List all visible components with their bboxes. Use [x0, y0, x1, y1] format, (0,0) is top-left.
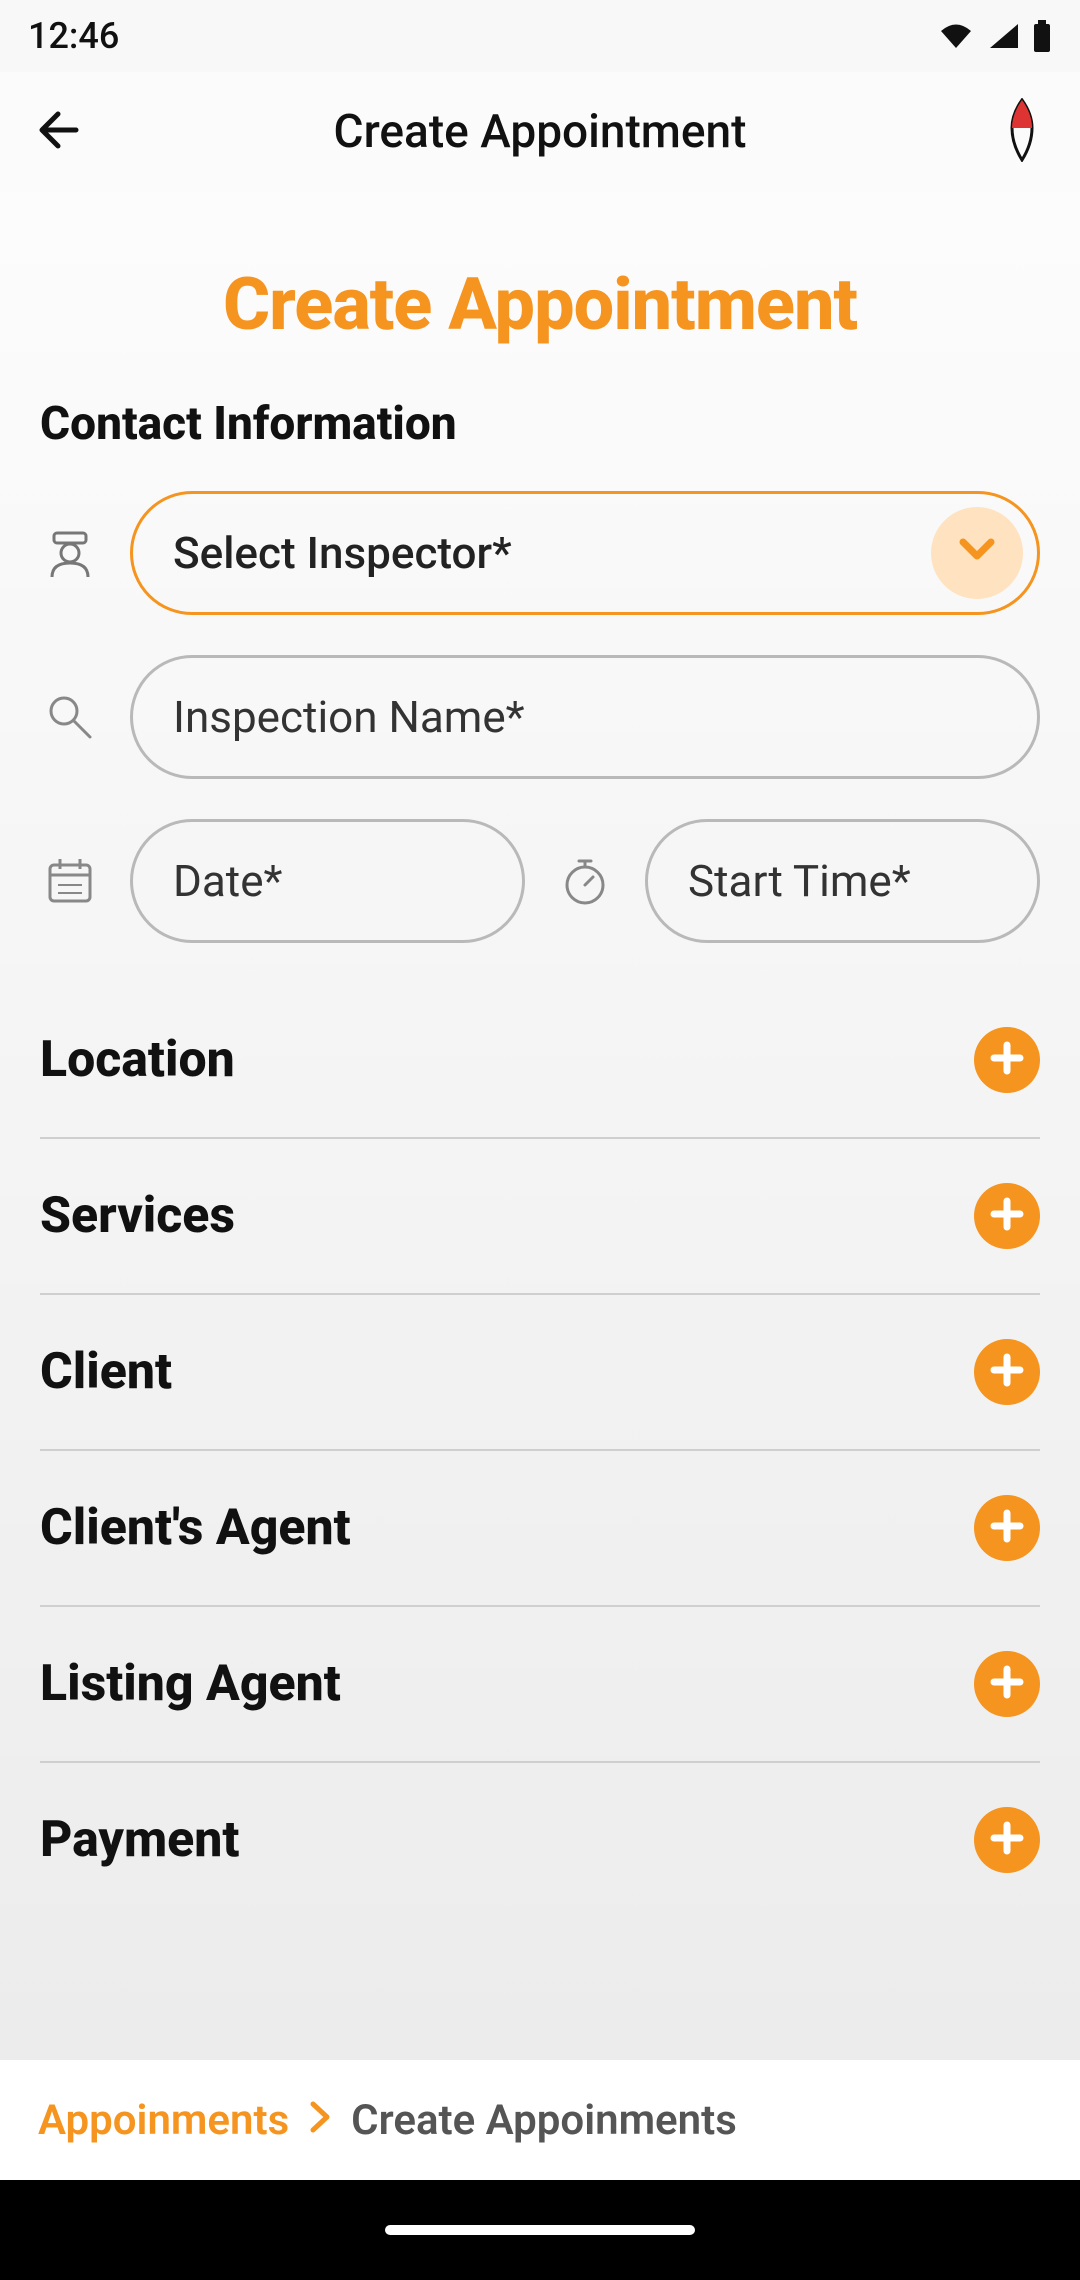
- search-icon: [40, 691, 100, 743]
- stopwatch-icon: [555, 855, 615, 907]
- status-time: 12:46: [28, 15, 119, 57]
- appbar: Create Appointment: [0, 72, 1080, 192]
- inspector-select[interactable]: Select Inspector*: [130, 491, 1040, 615]
- section-listing-agent-title: Listing Agent: [40, 1655, 341, 1713]
- section-location-title: Location: [40, 1031, 235, 1089]
- add-location-button[interactable]: [974, 1027, 1040, 1093]
- datetime-row: Date* Start Time*: [40, 819, 1040, 943]
- add-client-button[interactable]: [974, 1339, 1040, 1405]
- arrow-left-icon: [34, 106, 82, 158]
- calendar-icon: [40, 855, 100, 907]
- plus-icon: [988, 1195, 1026, 1237]
- breadcrumb: Appoinments Create Appoinments: [0, 2060, 1080, 2180]
- section-client-title: Client: [40, 1343, 172, 1401]
- section-location[interactable]: Location: [40, 983, 1040, 1139]
- add-payment-button[interactable]: [974, 1807, 1040, 1873]
- status-icons: [938, 20, 1052, 52]
- add-clients-agent-button[interactable]: [974, 1495, 1040, 1561]
- inspection-name-row: Inspection Name*: [40, 655, 1040, 779]
- home-indicator[interactable]: [385, 2225, 695, 2235]
- section-listing-agent[interactable]: Listing Agent: [40, 1607, 1040, 1763]
- section-clients-agent[interactable]: Client's Agent: [40, 1451, 1040, 1607]
- plus-icon: [988, 1039, 1026, 1081]
- breadcrumb-parent[interactable]: Appoinments: [38, 2096, 289, 2145]
- section-client[interactable]: Client: [40, 1295, 1040, 1451]
- cellular-icon: [988, 22, 1018, 50]
- app-logo: [992, 102, 1052, 162]
- start-time-input[interactable]: Start Time*: [645, 819, 1040, 943]
- section-services-title: Services: [40, 1187, 235, 1245]
- add-services-button[interactable]: [974, 1183, 1040, 1249]
- start-time-placeholder: Start Time*: [688, 855, 911, 907]
- inspection-name-input[interactable]: Inspection Name*: [130, 655, 1040, 779]
- logo-icon: [1002, 98, 1042, 166]
- plus-icon: [988, 1507, 1026, 1549]
- inspector-row: Select Inspector*: [40, 491, 1040, 615]
- chevron-right-icon: [307, 2096, 333, 2145]
- inspector-icon: [40, 527, 100, 579]
- inspection-name-placeholder: Inspection Name*: [173, 691, 525, 743]
- page-heading: Create Appointment: [40, 262, 1040, 347]
- section-services[interactable]: Services: [40, 1139, 1040, 1295]
- plus-icon: [988, 1663, 1026, 1705]
- date-input[interactable]: Date*: [130, 819, 525, 943]
- plus-icon: [988, 1819, 1026, 1861]
- chevron-down-icon: [953, 524, 1001, 583]
- inspector-select-label: Select Inspector*: [173, 527, 512, 579]
- breadcrumb-current: Create Appoinments: [351, 2096, 737, 2145]
- system-nav-bar: [0, 2180, 1080, 2280]
- wifi-icon: [938, 22, 974, 50]
- section-payment[interactable]: Payment: [40, 1763, 1040, 1917]
- main-content: Create Appointment Contact Information S…: [0, 192, 1080, 2060]
- add-listing-agent-button[interactable]: [974, 1651, 1040, 1717]
- back-button[interactable]: [28, 102, 88, 162]
- plus-icon: [988, 1351, 1026, 1393]
- date-placeholder: Date*: [173, 855, 282, 907]
- section-payment-title: Payment: [40, 1811, 239, 1869]
- appbar-title: Create Appointment: [112, 105, 968, 159]
- contact-info-heading: Contact Information: [40, 397, 1040, 451]
- section-clients-agent-title: Client's Agent: [40, 1499, 351, 1557]
- inspector-select-chevron: [931, 507, 1023, 599]
- battery-icon: [1032, 20, 1052, 52]
- status-bar: 12:46: [0, 0, 1080, 72]
